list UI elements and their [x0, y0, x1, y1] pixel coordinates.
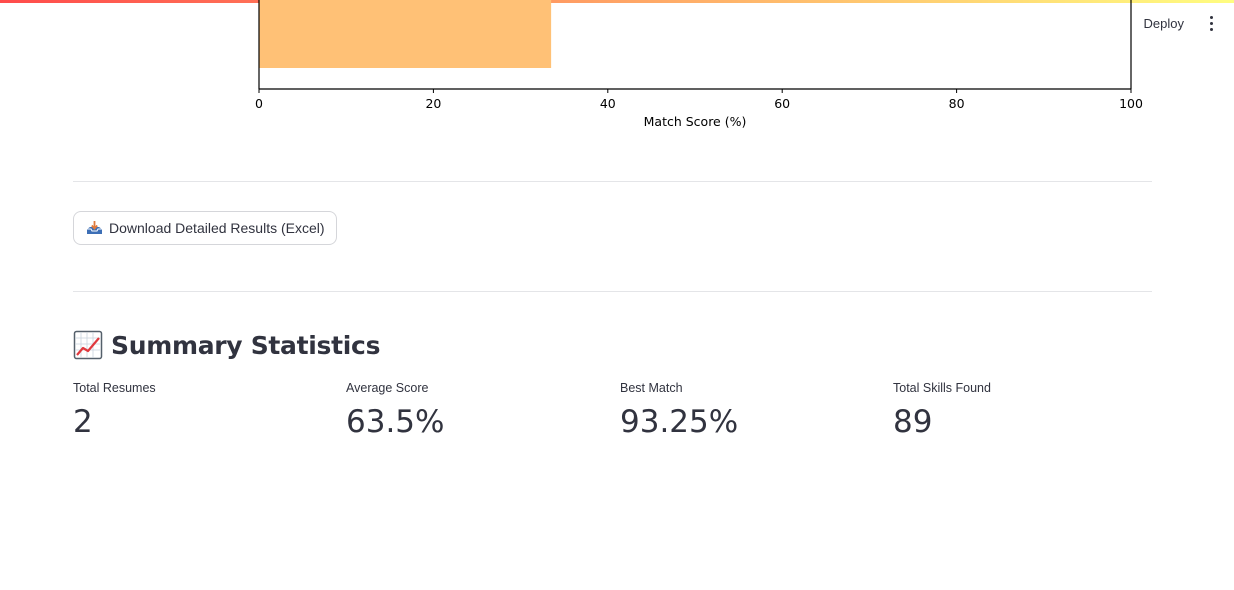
download-results-button[interactable]: Download Detailed Results (Excel) [73, 211, 337, 245]
chart-x-tick-label: 20 [425, 96, 441, 111]
app-page: 0 20 40 60 80 100 Match Score (%) Deploy Downl… [0, 0, 1234, 590]
metric-total-resumes: Total Resumes 2 [73, 380, 156, 440]
divider [73, 181, 1152, 182]
divider [73, 291, 1152, 292]
header-toolbar: Deploy [1144, 16, 1216, 31]
metric-label: Total Skills Found [893, 381, 991, 395]
metric-value: 63.5% [346, 404, 445, 440]
chart-increasing-icon [73, 330, 103, 360]
chart-x-tick-label: 60 [774, 96, 790, 111]
metric-label: Total Resumes [73, 381, 156, 395]
chart-x-axis-label: Match Score (%) [644, 114, 747, 129]
metric-label: Average Score [346, 381, 429, 395]
chart-canvas: 0 20 40 60 80 100 Match Score (%) [255, 0, 1143, 129]
metric-value: 89 [893, 404, 933, 440]
metric-average-score: Average Score 63.5% [346, 380, 444, 440]
match-score-chart: 0 20 40 60 80 100 Match Score (%) [0, 0, 1234, 140]
metric-best-match: Best Match 93.25% [620, 380, 738, 440]
metric-value: 2 [73, 404, 93, 440]
metric-value: 93.25% [620, 404, 739, 440]
download-button-label: Download Detailed Results (Excel) [109, 220, 325, 236]
chart-x-tick-label: 100 [1119, 96, 1143, 111]
kebab-menu-icon[interactable] [1206, 16, 1216, 31]
chart-bar [259, 0, 552, 68]
summary-title: Summary Statistics [111, 330, 381, 360]
summary-section-header: Summary Statistics [73, 330, 380, 360]
metric-total-skills: Total Skills Found 89 [893, 380, 991, 440]
inbox-tray-icon [85, 220, 104, 236]
deploy-button[interactable]: Deploy [1144, 16, 1184, 31]
chart-x-tick-label: 0 [255, 96, 263, 111]
chart-x-tick-label: 40 [600, 96, 616, 111]
metric-label: Best Match [620, 381, 683, 395]
chart-x-tick-label: 80 [949, 96, 965, 111]
